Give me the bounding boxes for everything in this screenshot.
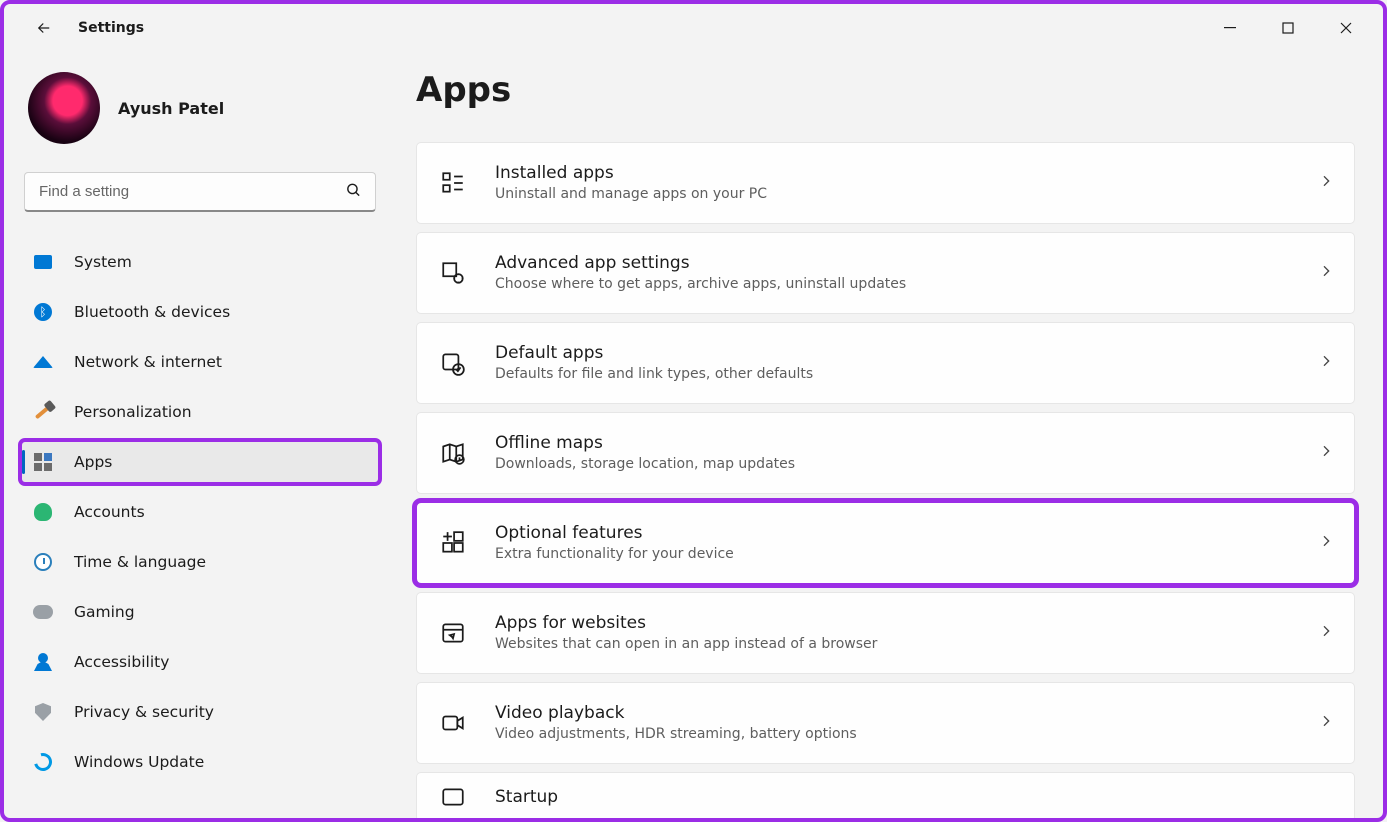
card-title: Installed apps <box>495 162 1318 185</box>
main-content: Apps Installed appsUninstall and manage … <box>396 52 1383 818</box>
window-controls <box>1201 8 1375 48</box>
nav-item-accounts[interactable]: Accounts <box>20 490 380 534</box>
default-apps-icon <box>437 347 469 379</box>
nav-item-bluetooth[interactable]: ᛒ Bluetooth & devices <box>20 290 380 334</box>
card-optional-features[interactable]: Optional featuresExtra functionality for… <box>416 502 1355 584</box>
avatar <box>28 72 100 144</box>
titlebar: Settings <box>4 4 1383 52</box>
minimize-button[interactable] <box>1201 8 1259 48</box>
maximize-icon <box>1282 22 1294 34</box>
chevron-right-icon <box>1318 533 1334 553</box>
card-title: Offline maps <box>495 432 1318 455</box>
brush-icon <box>32 401 54 423</box>
card-subtitle: Uninstall and manage apps on your PC <box>495 185 1318 204</box>
card-subtitle: Downloads, storage location, map updates <box>495 455 1318 474</box>
chevron-right-icon <box>1318 173 1334 193</box>
settings-window: Settings Ayush Patel <box>0 0 1387 822</box>
nav-label: System <box>74 253 132 271</box>
close-icon <box>1340 22 1352 34</box>
nav-label: Accessibility <box>74 653 169 671</box>
card-video-playback[interactable]: Video playbackVideo adjustments, HDR str… <box>416 682 1355 764</box>
startup-icon <box>437 781 469 813</box>
search-icon <box>345 182 362 203</box>
card-subtitle: Defaults for file and link types, other … <box>495 365 1318 384</box>
nav-item-personalization[interactable]: Personalization <box>20 390 380 434</box>
chevron-right-icon <box>1318 353 1334 373</box>
apps-icon <box>32 451 54 473</box>
card-subtitle: Extra functionality for your device <box>495 545 1318 564</box>
profile-block[interactable]: Ayush Patel <box>20 72 380 172</box>
sidebar: Ayush Patel System ᛒ Bluetooth & devices … <box>4 52 396 818</box>
nav-label: Apps <box>74 453 112 471</box>
card-subtitle: Choose where to get apps, archive apps, … <box>495 275 1318 294</box>
back-arrow-icon <box>35 19 53 37</box>
card-offline-maps[interactable]: Offline mapsDownloads, storage location,… <box>416 412 1355 494</box>
back-button[interactable] <box>24 8 64 48</box>
apps-websites-icon <box>437 617 469 649</box>
nav-label: Personalization <box>74 403 192 421</box>
wifi-icon <box>32 351 54 373</box>
page-title: Apps <box>416 70 1355 110</box>
nav-label: Network & internet <box>74 353 222 371</box>
nav-item-apps[interactable]: Apps <box>20 440 380 484</box>
nav-item-gaming[interactable]: Gaming <box>20 590 380 634</box>
close-button[interactable] <box>1317 8 1375 48</box>
accounts-icon <box>32 501 54 523</box>
clock-icon <box>32 551 54 573</box>
nav-item-accessibility[interactable]: Accessibility <box>20 640 380 684</box>
map-icon <box>437 437 469 469</box>
nav-label: Windows Update <box>74 753 204 771</box>
minimize-icon <box>1224 22 1236 34</box>
card-title: Default apps <box>495 342 1318 365</box>
chevron-right-icon <box>1318 623 1334 643</box>
gamepad-icon <box>32 601 54 623</box>
system-icon <box>32 251 54 273</box>
chevron-right-icon <box>1318 443 1334 463</box>
optional-features-icon <box>437 527 469 559</box>
card-subtitle: Video adjustments, HDR streaming, batter… <box>495 725 1318 744</box>
nav-list: System ᛒ Bluetooth & devices Network & in… <box>20 240 380 784</box>
nav-label: Accounts <box>74 503 145 521</box>
nav-item-privacy[interactable]: Privacy & security <box>20 690 380 734</box>
profile-name: Ayush Patel <box>118 99 224 118</box>
chevron-right-icon <box>1318 713 1334 733</box>
card-title: Advanced app settings <box>495 252 1318 275</box>
nav-label: Gaming <box>74 603 135 621</box>
nav-item-windows-update[interactable]: Windows Update <box>20 740 380 784</box>
maximize-button[interactable] <box>1259 8 1317 48</box>
bluetooth-icon: ᛒ <box>32 301 54 323</box>
card-title: Video playback <box>495 702 1318 725</box>
card-default-apps[interactable]: Default appsDefaults for file and link t… <box>416 322 1355 404</box>
card-title: Apps for websites <box>495 612 1318 635</box>
installed-apps-icon <box>437 167 469 199</box>
window-title: Settings <box>78 20 144 36</box>
card-title: Optional features <box>495 522 1318 545</box>
card-advanced-app-settings[interactable]: Advanced app settingsChoose where to get… <box>416 232 1355 314</box>
search-box <box>24 172 376 212</box>
nav-item-system[interactable]: System <box>20 240 380 284</box>
card-subtitle: Websites that can open in an app instead… <box>495 635 1318 654</box>
card-installed-apps[interactable]: Installed appsUninstall and manage apps … <box>416 142 1355 224</box>
card-title: Startup <box>495 786 1334 809</box>
nav-label: Time & language <box>74 553 206 571</box>
card-apps-for-websites[interactable]: Apps for websitesWebsites that can open … <box>416 592 1355 674</box>
card-startup[interactable]: Startup <box>416 772 1355 818</box>
video-icon <box>437 707 469 739</box>
accessibility-icon <box>32 651 54 673</box>
shield-icon <box>32 701 54 723</box>
nav-label: Privacy & security <box>74 703 214 721</box>
nav-item-time-language[interactable]: Time & language <box>20 540 380 584</box>
nav-label: Bluetooth & devices <box>74 303 230 321</box>
advanced-settings-icon <box>437 257 469 289</box>
chevron-right-icon <box>1318 263 1334 283</box>
nav-item-network[interactable]: Network & internet <box>20 340 380 384</box>
search-input[interactable] <box>24 172 376 212</box>
update-icon <box>32 751 54 773</box>
